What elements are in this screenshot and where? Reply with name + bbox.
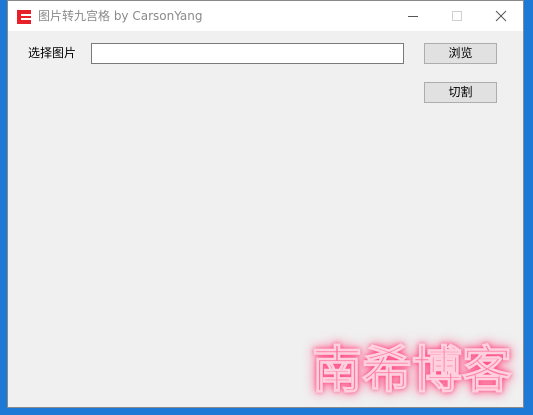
maximize-icon xyxy=(452,11,462,21)
title-bar: 图片转九宫格 by CarsonYang xyxy=(8,1,523,31)
cut-button[interactable]: 切割 xyxy=(424,82,497,103)
minimize-icon xyxy=(408,16,418,17)
watermark-text: 南希博客 xyxy=(312,341,513,400)
close-icon xyxy=(495,10,507,22)
image-path-input[interactable] xyxy=(91,43,404,64)
app-logo-icon xyxy=(17,9,31,24)
select-image-label: 选择图片 xyxy=(28,46,77,60)
minimize-button[interactable] xyxy=(391,1,435,31)
close-button[interactable] xyxy=(479,1,523,31)
window-title: 图片转九宫格 by CarsonYang xyxy=(38,9,203,23)
maximize-button xyxy=(435,1,479,31)
browse-button[interactable]: 浏览 xyxy=(424,43,497,64)
